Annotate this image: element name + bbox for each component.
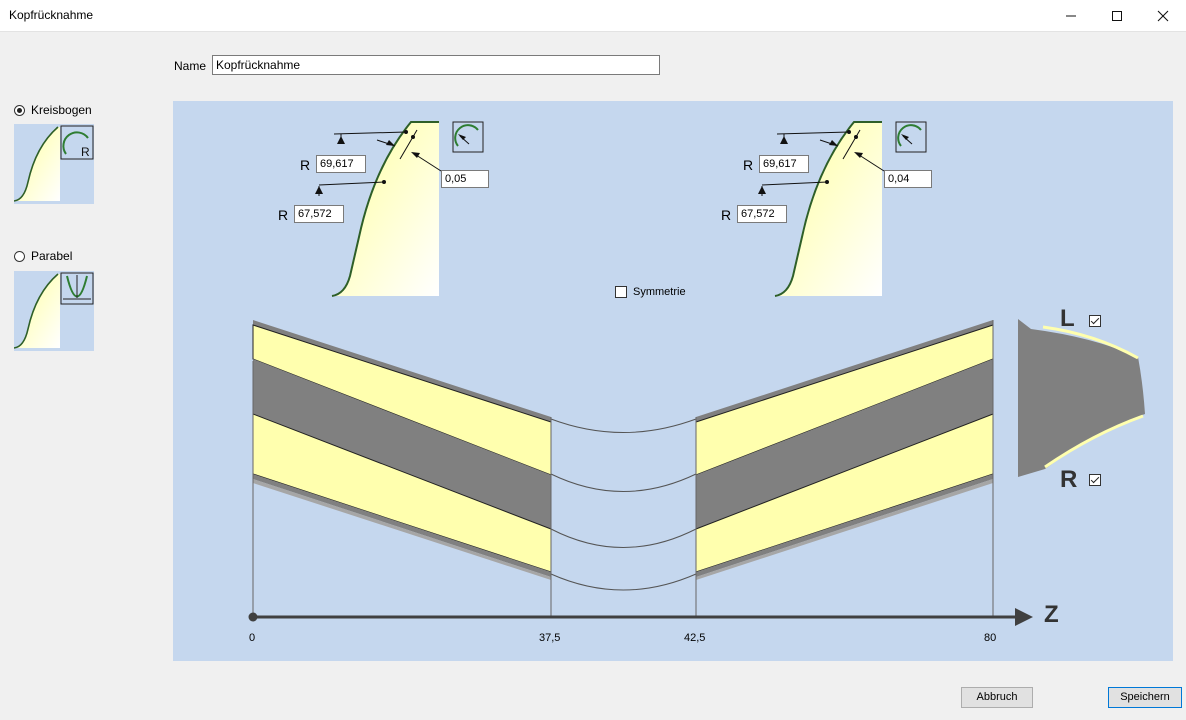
window-title: Kopfrücknahme bbox=[9, 8, 94, 22]
left-flank-checkbox[interactable] bbox=[1089, 315, 1101, 327]
left-depth-input[interactable]: 0,05 bbox=[441, 170, 489, 188]
z-axis bbox=[248, 608, 1033, 626]
tooth-cross-section bbox=[1018, 319, 1145, 477]
minimize-button[interactable] bbox=[1048, 0, 1094, 31]
close-button[interactable] bbox=[1140, 0, 1186, 31]
kreisbogen-label: Kreisbogen bbox=[31, 103, 92, 117]
kreisbogen-option[interactable]: Kreisbogen bbox=[14, 103, 92, 117]
right-flank-letter: R bbox=[1060, 466, 1078, 493]
minimize-icon bbox=[1066, 15, 1076, 16]
maximize-icon bbox=[1112, 10, 1122, 21]
symmetrie-option[interactable]: Symmetrie bbox=[615, 286, 686, 298]
left-flank-letter: L bbox=[1060, 305, 1075, 332]
right-r-outer-label: R bbox=[743, 157, 754, 173]
close-icon bbox=[1157, 10, 1169, 21]
parabel-radio[interactable] bbox=[14, 250, 25, 262]
right-depth-input[interactable]: 0,04 bbox=[884, 170, 932, 188]
geometry-drawing bbox=[248, 121, 1145, 626]
left-r-inner-input[interactable]: 67,572 bbox=[294, 205, 344, 223]
band-left-segment bbox=[252, 320, 552, 580]
parabel-thumbnail[interactable] bbox=[14, 271, 94, 351]
parabel-label: Parabel bbox=[31, 249, 73, 263]
title-bar: Kopfrücknahme bbox=[0, 0, 1186, 32]
right-r-inner-input[interactable]: 67,572 bbox=[737, 205, 787, 223]
gap-transition-curves bbox=[550, 418, 697, 591]
kreisbogen-radio[interactable] bbox=[14, 104, 25, 116]
z-tick-label: 80 bbox=[984, 632, 997, 644]
cancel-button[interactable]: Abbruch bbox=[961, 687, 1033, 708]
name-label: Name bbox=[174, 59, 207, 73]
thumb-r-letter: R bbox=[81, 145, 90, 159]
z-tick-label: 37,5 bbox=[539, 632, 561, 644]
z-axis-label: Z bbox=[1044, 601, 1059, 628]
parabel-option[interactable]: Parabel bbox=[14, 249, 72, 263]
maximize-button[interactable] bbox=[1094, 0, 1140, 31]
left-r-inner-label: R bbox=[278, 207, 289, 223]
right-flank-checkbox[interactable] bbox=[1089, 474, 1101, 486]
z-tick-label: 0 bbox=[249, 632, 256, 644]
left-r-outer-input[interactable]: 69,617 bbox=[316, 155, 366, 173]
right-r-outer-input[interactable]: 69,617 bbox=[759, 155, 809, 173]
kreisbogen-thumbnail[interactable]: R bbox=[14, 124, 94, 204]
z-tick-label: 42,5 bbox=[684, 632, 706, 644]
geometry-panel: R 69,617 R 67,572 0,05 R 69,617 R 67,572… bbox=[173, 101, 1173, 661]
left-r-outer-label: R bbox=[300, 157, 311, 173]
symmetrie-label: Symmetrie bbox=[633, 286, 686, 298]
band-right-segment bbox=[695, 320, 994, 580]
right-r-inner-label: R bbox=[721, 207, 732, 223]
name-input[interactable] bbox=[212, 55, 660, 75]
symmetrie-checkbox[interactable] bbox=[615, 286, 627, 298]
save-button[interactable]: Speichern bbox=[1108, 687, 1182, 708]
